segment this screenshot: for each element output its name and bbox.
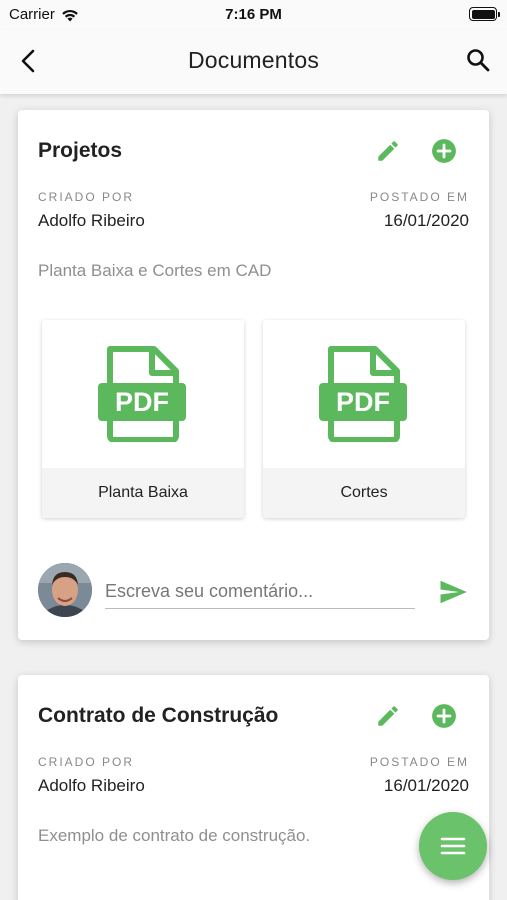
pencil-icon xyxy=(378,706,398,726)
card-description: Planta Baixa e Cortes em CAD xyxy=(38,261,272,280)
search-icon xyxy=(467,49,490,72)
add-circle-icon xyxy=(432,704,456,728)
file-tile[interactable]: PDF Planta Baixa xyxy=(42,320,244,518)
document-card: Projetos CRIADO POR POSTADO EM Adolfo Ri… xyxy=(18,110,489,640)
posted-date: 16/01/2020 xyxy=(383,211,469,230)
edit-button[interactable] xyxy=(373,701,403,731)
posted-label: POSTADO EM xyxy=(369,190,469,204)
add-button[interactable] xyxy=(429,701,459,731)
svg-text:PDF: PDF xyxy=(115,387,169,417)
comment-row xyxy=(38,563,469,623)
avatar xyxy=(38,563,92,617)
pdf-file-icon: PDF xyxy=(319,346,407,442)
page-title: Documentos xyxy=(187,47,320,73)
pencil-icon xyxy=(378,141,398,161)
card-actions xyxy=(373,136,459,166)
file-tile[interactable]: PDF Cortes xyxy=(263,320,465,518)
status-time: 7:16 PM xyxy=(225,6,282,23)
created-by-label: CRIADO POR xyxy=(38,755,135,769)
pdf-file-icon: PDF xyxy=(98,346,186,442)
svg-text:PDF: PDF xyxy=(336,387,390,417)
menu-icon xyxy=(440,837,466,855)
user-photo xyxy=(38,563,92,617)
card-title: Projetos xyxy=(38,139,123,162)
document-card: Contrato de Construção CRIADO POR POSTAD… xyxy=(18,675,489,900)
add-button[interactable] xyxy=(429,136,459,166)
posted-label: POSTADO EM xyxy=(369,755,469,769)
search-button[interactable] xyxy=(463,45,493,75)
comment-input[interactable] xyxy=(105,575,415,609)
created-by-value: Adolfo Ribeiro xyxy=(38,211,145,230)
status-bar: Carrier 7:16 PM xyxy=(0,0,507,30)
file-name: Planta Baixa xyxy=(42,468,244,518)
file-list: PDF Planta Baixa PDF Cortes xyxy=(42,320,465,518)
app-header: Documentos xyxy=(0,30,507,94)
created-by-value: Adolfo Ribeiro xyxy=(38,776,145,795)
created-by-label: CRIADO POR xyxy=(38,190,135,204)
send-icon xyxy=(440,580,467,604)
file-name: Cortes xyxy=(263,468,465,518)
send-button[interactable] xyxy=(437,577,469,607)
add-circle-icon xyxy=(432,139,456,163)
card-title: Contrato de Construção xyxy=(38,704,279,727)
card-description: Exemplo de contrato de construção. xyxy=(38,826,311,845)
posted-date: 16/01/2020 xyxy=(383,776,469,795)
battery-icon xyxy=(469,7,500,21)
edit-button[interactable] xyxy=(373,136,403,166)
menu-fab-button[interactable] xyxy=(419,812,487,880)
card-actions xyxy=(373,701,459,731)
